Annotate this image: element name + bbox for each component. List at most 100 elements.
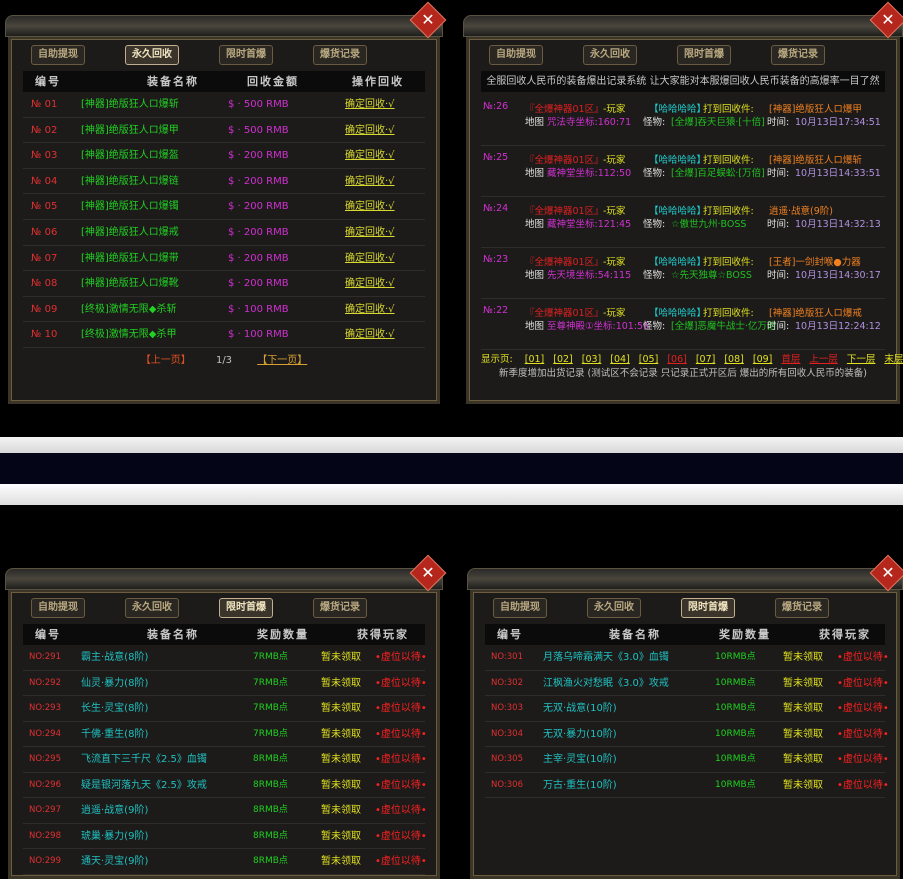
item-name: 江枫渔火对愁眠《3.0》攻戒	[543, 677, 669, 689]
map-label: 地图	[525, 219, 545, 230]
claim-status: 暂未领取	[783, 779, 823, 791]
hit-label: 打到回收件:	[703, 206, 754, 217]
tab-records[interactable]: 爆货记录	[771, 45, 825, 65]
map-name: 咒法寺坐标:160:71	[547, 117, 632, 128]
page-link[interactable]: [09]	[753, 354, 773, 365]
time-label: 时间:	[767, 117, 790, 128]
next-page-link[interactable]: 【下一页】	[257, 355, 307, 366]
last-page-link[interactable]: 末层	[884, 354, 903, 365]
recycle-amount: $ · 100 RMB	[228, 303, 289, 315]
confirm-recycle-link[interactable]: 确定回收·√	[345, 194, 395, 219]
page-link[interactable]: [05]	[639, 354, 659, 365]
claim-status: 暂未领取	[321, 856, 361, 867]
claim-status: 暂未领取	[321, 728, 361, 740]
confirm-recycle-link[interactable]: 确定回收·√	[345, 143, 395, 168]
table-row: NO:298 琥巢·暴力(9阶) 8RMB点 暂未领取 •虚位以待•	[23, 824, 427, 849]
table-header: 编号 装备名称 奖励数量 获得玩家	[23, 624, 425, 645]
close-icon: ✕	[881, 563, 895, 582]
player-slot: •虚位以待•	[837, 652, 889, 663]
confirm-recycle-link[interactable]: 确定回收·√	[345, 322, 395, 347]
player-slot: •虚位以待•	[375, 805, 427, 816]
tab-withdraw[interactable]: 自助提现	[31, 45, 85, 65]
tab-first-drop[interactable]: 限时首爆	[219, 45, 273, 65]
confirm-recycle-link[interactable]: 确定回收·√	[345, 118, 395, 143]
prev-page-link[interactable]: 上一层	[809, 354, 838, 365]
player-slot: •虚位以待•	[375, 703, 427, 714]
tab-withdraw[interactable]: 自助提现	[489, 45, 543, 65]
tab-records[interactable]: 爆货记录	[313, 598, 367, 618]
tab-recycle[interactable]: 永久回收	[125, 45, 179, 65]
tab-withdraw[interactable]: 自助提现	[493, 598, 547, 618]
item-name: [终极]激情无限◆杀甲	[81, 329, 177, 341]
col-header: 装备名称	[147, 628, 199, 641]
item-name: 万古·重生(10阶)	[543, 779, 617, 791]
claim-status: 暂未领取	[321, 652, 361, 663]
time-label: 时间:	[767, 321, 790, 332]
player-label: -玩家	[603, 206, 626, 217]
item-number: NO:293	[29, 703, 61, 713]
tab-records[interactable]: 爆货记录	[775, 598, 829, 618]
recycle-amount: $ · 500 RMB	[228, 124, 289, 136]
separator-band-dark	[0, 453, 903, 484]
tab-first-drop[interactable]: 限时首爆	[681, 598, 735, 618]
monster-name: [全爆]恶魔牛战士·亿万倍	[671, 321, 777, 332]
page-link[interactable]: [07]	[696, 354, 716, 365]
table-row: № 05 [神器]绝版狂人ロ爆镯 $ · 200 RMB 确定回收·√	[23, 194, 425, 220]
reward-amount: 7RMB点	[253, 703, 288, 713]
page-indicator: 1/3	[215, 355, 233, 366]
monster-name: ☆傲世九州·BOSS	[671, 219, 747, 230]
tab-first-drop[interactable]: 限时首爆	[219, 598, 273, 618]
item-name: 主宰·灵宝(10阶)	[543, 754, 617, 765]
hit-label: 打到回收件:	[703, 104, 754, 115]
item-number: NO:302	[491, 677, 523, 688]
confirm-recycle-link[interactable]: 确定回收·√	[345, 92, 395, 117]
prev-page-link[interactable]: 【上一页】	[141, 355, 191, 366]
item-name: 千佛·重生(8阶)	[81, 728, 149, 740]
tab-withdraw[interactable]: 自助提现	[31, 598, 85, 618]
player-slot: •虚位以待•	[837, 779, 889, 791]
confirm-recycle-link[interactable]: 确定回收·√	[345, 220, 395, 245]
item-name: [神器]绝版狂人ロ爆靴	[81, 278, 179, 290]
confirm-recycle-link[interactable]: 确定回收·√	[345, 271, 395, 296]
map-name: 至尊神殿①坐标:101:56	[547, 321, 650, 332]
record-number: №:26	[483, 101, 509, 112]
tab-first-drop[interactable]: 限时首爆	[677, 45, 731, 65]
tab-records[interactable]: 爆货记录	[313, 45, 367, 65]
table-row: № 07 [神器]绝版狂人ロ爆带 $ · 200 RMB 确定回收·√	[23, 246, 425, 272]
player-label: -玩家	[603, 308, 626, 319]
close-icon: ✕	[421, 10, 435, 29]
next-page-link[interactable]: 下一层	[847, 354, 876, 365]
dropped-item: [神器]绝版狂人ロ爆甲	[769, 104, 862, 115]
page-link[interactable]: [06]	[667, 354, 687, 365]
confirm-recycle-link[interactable]: 确定回收·√	[345, 169, 395, 194]
server-name: 『全爆神器01区』	[525, 257, 604, 268]
item-name: [神器]绝版狂人ロ爆斩	[81, 99, 179, 110]
item-number: № 05	[31, 201, 58, 213]
dropped-item: [王者]一剑封喉●力器	[769, 257, 861, 268]
claim-status: 暂未领取	[321, 830, 361, 842]
confirm-recycle-link[interactable]: 确定回收·√	[345, 246, 395, 271]
drop-time: 10月13日12:24:12	[795, 321, 881, 332]
tab-recycle[interactable]: 永久回收	[587, 598, 641, 618]
page-link[interactable]: [04]	[610, 354, 630, 365]
first-drop-panel-right: ✕ 自助提现 永久回收 限时首爆 爆货记录 编号 装备名称 奖励数量 获得玩家 NO:301 月落乌…	[467, 554, 903, 879]
tab-recycle[interactable]: 永久回收	[125, 598, 179, 618]
claim-status: 暂未领取	[783, 652, 823, 663]
player-name: 【哈哈哈哈】	[649, 308, 707, 319]
page-link[interactable]: [01]	[525, 354, 545, 365]
page-link[interactable]: [03]	[582, 354, 602, 365]
page-link[interactable]: [08]	[724, 354, 744, 365]
item-name: 通天·灵宝(9阶)	[81, 856, 149, 867]
first-drop-panel-left: ✕ 自助提现 永久回收 限时首爆 爆货记录 编号 装备名称 奖励数量 获得玩家 NO:291 霸主·…	[5, 554, 447, 879]
first-page-link[interactable]: 首层	[781, 354, 800, 365]
claim-status: 暂未领取	[321, 805, 361, 816]
confirm-recycle-link[interactable]: 确定回收·√	[345, 297, 395, 322]
claim-status: 暂未领取	[321, 703, 361, 714]
panel-title-bar	[5, 15, 443, 37]
player-slot: •虚位以待•	[837, 754, 889, 765]
tab-recycle[interactable]: 永久回收	[583, 45, 637, 65]
player-slot: •虚位以待•	[375, 830, 427, 842]
item-number: NO:301	[491, 652, 523, 662]
page-link[interactable]: [02]	[553, 354, 573, 365]
table-row: NO:297 逍遥·战意(9阶) 8RMB点 暂未领取 •虚位以待•	[23, 798, 427, 824]
